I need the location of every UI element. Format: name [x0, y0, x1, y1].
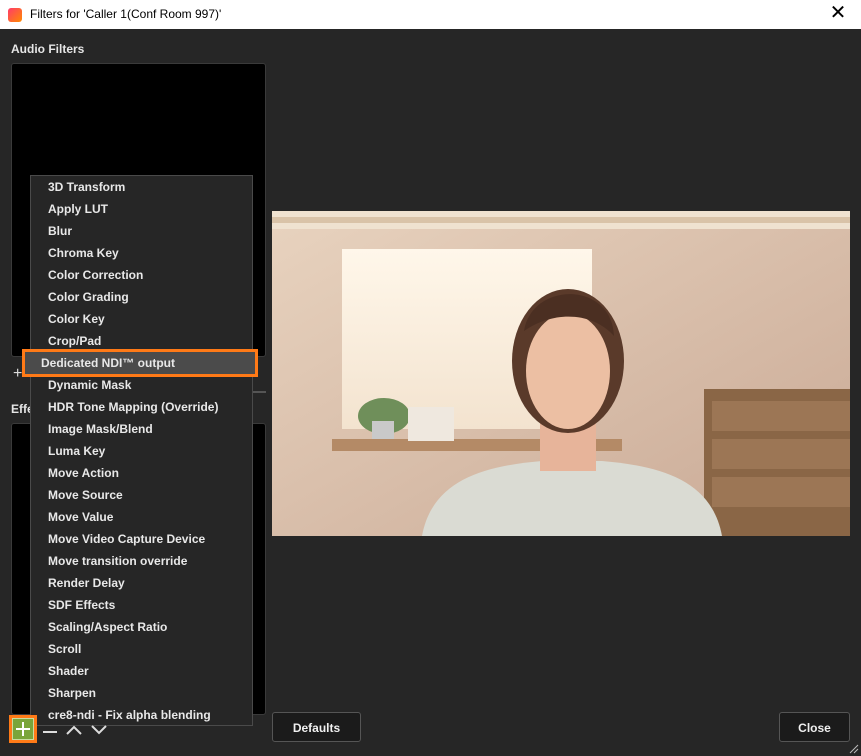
menu-item[interactable]: SDF Effects: [48, 594, 115, 616]
divider: [252, 391, 266, 393]
title-bar: Filters for 'Caller 1(Conf Room 997)' ✕: [0, 0, 861, 29]
preview-image: [272, 211, 850, 536]
audio-filters-label: Audio Filters: [11, 42, 85, 56]
close-button[interactable]: Close: [779, 712, 850, 742]
plus-icon: [12, 718, 34, 740]
add-filter-button[interactable]: [9, 715, 37, 743]
menu-item[interactable]: Render Delay: [48, 572, 125, 594]
menu-item[interactable]: cre8-ndi - Fix alpha blending: [48, 704, 211, 726]
menu-item[interactable]: Dedicated NDI™ output: [22, 349, 258, 377]
menu-item[interactable]: Sharpen: [48, 682, 96, 704]
menu-item[interactable]: HDR Tone Mapping (Override): [48, 396, 218, 418]
window-close-button[interactable]: ✕: [815, 0, 861, 29]
menu-item[interactable]: Move transition override: [48, 550, 187, 572]
minus-icon[interactable]: [43, 731, 57, 733]
menu-item[interactable]: Blur: [48, 220, 72, 242]
menu-item[interactable]: Shader: [48, 660, 89, 682]
window-title: Filters for 'Caller 1(Conf Room 997)': [30, 7, 222, 21]
menu-item[interactable]: Scaling/Aspect Ratio: [48, 616, 167, 638]
menu-item[interactable]: Scroll: [48, 638, 81, 660]
audio-add-icon[interactable]: +: [13, 366, 22, 382]
menu-item[interactable]: Image Mask/Blend: [48, 418, 153, 440]
menu-item[interactable]: Chroma Key: [48, 242, 119, 264]
resize-grip-icon[interactable]: [849, 744, 859, 754]
menu-item[interactable]: Color Key: [48, 308, 105, 330]
menu-item[interactable]: Move Video Capture Device: [48, 528, 205, 550]
chevron-down-icon[interactable]: [91, 724, 107, 736]
app-icon: [8, 8, 22, 22]
menu-item[interactable]: Luma Key: [48, 440, 105, 462]
menu-item[interactable]: Move Action: [48, 462, 119, 484]
chevron-up-icon[interactable]: [66, 724, 82, 736]
menu-item[interactable]: Color Grading: [48, 286, 129, 308]
menu-item[interactable]: Apply LUT: [48, 198, 108, 220]
close-icon: ✕: [829, 2, 847, 24]
menu-item[interactable]: Crop/Pad: [48, 330, 101, 352]
menu-item[interactable]: Move Source: [48, 484, 123, 506]
add-filter-menu[interactable]: 3D Transform Apply LUT Blur Chroma Key Color…: [22, 175, 258, 726]
menu-item[interactable]: 3D Transform: [48, 176, 125, 198]
menu-item[interactable]: Color Correction: [48, 264, 143, 286]
defaults-button[interactable]: Defaults: [272, 712, 361, 742]
menu-item[interactable]: Dynamic Mask: [48, 374, 131, 396]
source-preview: [272, 211, 850, 536]
menu-item[interactable]: Move Value: [48, 506, 113, 528]
